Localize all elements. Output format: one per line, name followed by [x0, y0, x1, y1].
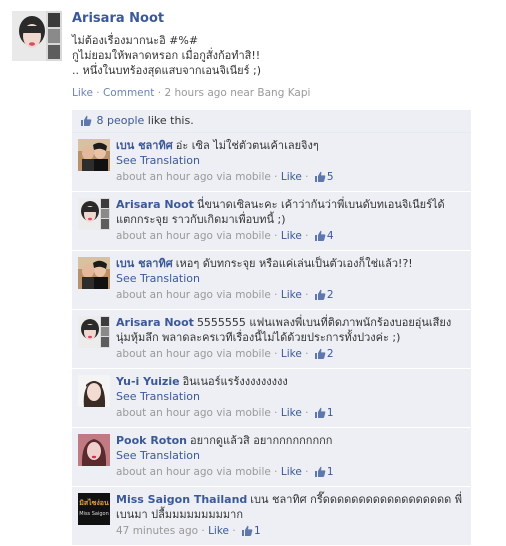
post-author-avatar[interactable] [12, 11, 62, 61]
comment-like-link[interactable]: Like [281, 171, 302, 183]
comment-meta: about an hour ago via mobile · Like · 1 [116, 407, 334, 419]
commenter-name[interactable]: เบน ชลาทิศ [116, 257, 173, 270]
comment-item: Arisara Noot 5555555 แฟนเพลงพี่เบนที่ติดภ… [72, 310, 471, 369]
comment-item: มิสไซง่อน Miss Saigon Miss Saigon Thailand… [72, 487, 471, 546]
commenter-name[interactable]: Arisara Noot [116, 198, 194, 211]
post-line: .. หนึ่งในบทร้องสุดแสบจากเอนจิเนียร์ ;) [72, 64, 262, 77]
post-comment-link[interactable]: Comment [103, 87, 154, 99]
via-mobile-label[interactable]: via mobile [216, 407, 271, 419]
comment-timestamp[interactable]: about an hour ago [116, 466, 213, 478]
logo-text: มิสไซง่อน [79, 499, 109, 507]
post-location[interactable]: near Bang Kapi [230, 87, 310, 99]
comment-item: เบน ชลาทิศ เหอๆ ดับทกระจุย หรือแค่เล่นเป็… [72, 251, 471, 310]
comment-text: เหอๆ ดับทกระจุย หรือแค่เล่นเป็นตัวเองก็ใ… [175, 257, 413, 270]
thumbs-up-icon [314, 407, 326, 418]
thumbs-up-icon [314, 171, 326, 182]
comment-item: Arisara Noot นี่ขนาดเซิลนะคะ เค้าว่ากันว่… [72, 192, 471, 251]
logo-text: Miss Saigon [79, 511, 109, 517]
comment-body: Yu-i Yuizie อินเนอร์แรร้งงงงงงงงง [116, 374, 465, 389]
commenter-avatar[interactable] [78, 198, 110, 230]
commenter-avatar[interactable]: มิสไซง่อน Miss Saigon [78, 493, 110, 525]
likes-suffix: like this. [147, 114, 194, 127]
via-mobile-label[interactable]: via mobile [216, 466, 271, 478]
comment-like-count[interactable]: 4 [327, 230, 334, 242]
thumbs-up-icon [314, 230, 326, 241]
commenter-avatar[interactable] [78, 316, 110, 348]
commenter-name[interactable]: Yu-i Yuizie [116, 375, 180, 388]
comment-timestamp[interactable]: about an hour ago [116, 348, 213, 360]
post-line: กูไม่ยอมให้พลาดหรอก เมื่อกูสั่งก้อทำสิ!! [72, 49, 261, 62]
thumbs-up-icon [314, 348, 326, 359]
commenter-avatar[interactable] [78, 257, 110, 289]
post-line: ไม่ต้องเรื่องมากนะอิ #%# [72, 34, 199, 47]
comment-meta: about an hour ago via mobile · Like · 5 [116, 171, 334, 183]
commenter-name[interactable]: เบน ชลาทิศ [116, 139, 173, 152]
comment-timestamp[interactable]: about an hour ago [116, 289, 213, 301]
commenter-name[interactable]: Pook Roton [116, 434, 187, 447]
comment-like-count[interactable]: 5 [327, 171, 334, 183]
post-timestamp[interactable]: 2 hours ago [164, 87, 226, 99]
comment-like-count[interactable]: 1 [327, 407, 334, 419]
comment-like-count[interactable]: 2 [327, 289, 334, 301]
via-mobile-label[interactable]: via mobile [216, 230, 271, 242]
comment-item: Yu-i Yuizie อินเนอร์แรร้งงงงงงงงง See Tran… [72, 369, 471, 428]
commenter-avatar[interactable] [78, 139, 110, 171]
comment-item: เบน ชลาทิศ อ่ะ เซิล ไม่ใช่ตัวตนเค้าเลยจิง… [72, 133, 471, 192]
comment-meta: about an hour ago via mobile · Like · 2 [116, 289, 334, 301]
comment-list: เบน ชลาทิศ อ่ะ เซิล ไม่ใช่ตัวตนเค้าเลยจิง… [72, 133, 471, 546]
comment-text: อินเนอร์แรร้งงงงงงงงง [182, 375, 288, 388]
comment-text: อยากดูแล้วสิ อยากกกกกกกกก [190, 434, 333, 447]
comment-body: เบน ชลาทิศ เหอๆ ดับทกระจุย หรือแค่เล่นเป็… [116, 256, 465, 271]
via-mobile-label[interactable]: via mobile [216, 289, 271, 301]
post-actions: Like · Comment · 2 hours ago near Bang K… [72, 87, 311, 99]
thumbs-up-icon [80, 115, 92, 126]
comment-like-link[interactable]: Like [281, 348, 302, 360]
see-translation-link[interactable]: See Translation [116, 271, 465, 286]
comment-timestamp[interactable]: about an hour ago [116, 407, 213, 419]
commenter-name[interactable]: Miss Saigon Thailand [116, 493, 247, 506]
comment-like-count[interactable]: 2 [327, 348, 334, 360]
comment-like-link[interactable]: Like [281, 466, 302, 478]
thumbs-up-icon [314, 466, 326, 477]
post-message: ไม่ต้องเรื่องมากนะอิ #%# กูไม่ยอมให้พลาด… [72, 33, 492, 78]
comment-body: เบน ชลาทิศ อ่ะ เซิล ไม่ใช่ตัวตนเค้าเลยจิง… [116, 138, 465, 153]
feedback-panel: 8 people like this. เบน ชลาทิศ อ่ะ เซิล ไ… [72, 110, 471, 546]
comment-item: Pook Roton อยากดูแล้วสิ อยากกกกกกกกก See T… [72, 428, 471, 487]
comment-text: อ่ะ เซิล ไม่ใช่ตัวตนเค้าเลยจิงๆ [175, 139, 319, 152]
post-content: Arisara Noot ไม่ต้องเรื่องมากนะอิ #%# กู… [72, 11, 492, 100]
post-author-name[interactable]: Arisara Noot [72, 11, 492, 27]
see-translation-link[interactable]: See Translation [116, 389, 465, 404]
comment-body: Arisara Noot นี่ขนาดเซิลนะคะ เค้าว่ากันว่… [116, 197, 465, 227]
post-like-link[interactable]: Like [72, 87, 93, 99]
commenter-avatar[interactable] [78, 375, 110, 407]
via-mobile-label[interactable]: via mobile [216, 348, 271, 360]
see-translation-link[interactable]: See Translation [116, 448, 465, 463]
comment-timestamp[interactable]: about an hour ago [116, 230, 213, 242]
thumbs-up-icon [314, 289, 326, 300]
comment-timestamp[interactable]: about an hour ago [116, 171, 213, 183]
see-translation-link[interactable]: See Translation [116, 153, 465, 168]
comment-body: Miss Saigon Thailand เบน ชลาทิศ กรี๊ดดดดด… [116, 492, 465, 522]
comment-like-count[interactable]: 1 [327, 466, 334, 478]
comment-meta: 47 minutes ago · Like · 1 [116, 525, 261, 537]
comment-body: Arisara Noot 5555555 แฟนเพลงพี่เบนที่ติดภ… [116, 315, 465, 345]
comment-meta: about an hour ago via mobile · Like · 2 [116, 348, 334, 360]
comment-like-link[interactable]: Like [281, 407, 302, 419]
commenter-name[interactable]: Arisara Noot [116, 316, 194, 329]
comment-like-link[interactable]: Like [281, 289, 302, 301]
comment-meta: about an hour ago via mobile · Like · 1 [116, 466, 334, 478]
likes-count-link[interactable]: 8 people [97, 114, 145, 127]
comment-meta: about an hour ago via mobile · Like · 4 [116, 230, 334, 242]
comment-body: Pook Roton อยากดูแล้วสิ อยากกกกกกกกก [116, 433, 465, 448]
via-mobile-label[interactable]: via mobile [216, 171, 271, 183]
commenter-avatar[interactable] [78, 434, 110, 466]
likes-summary: 8 people like this. [72, 110, 471, 133]
comment-like-link[interactable]: Like [281, 230, 302, 242]
